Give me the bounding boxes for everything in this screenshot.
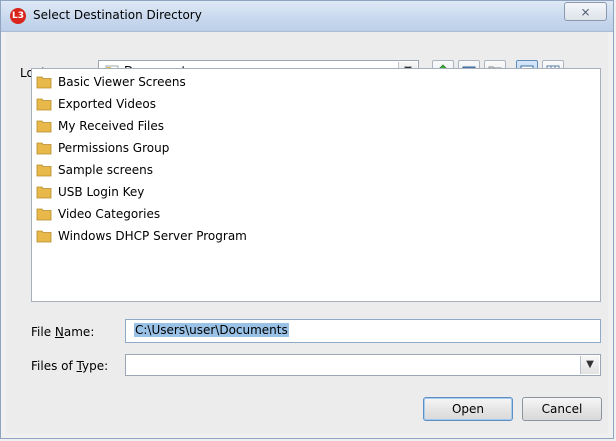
list-item-label: USB Login Key <box>58 185 145 199</box>
list-item-label: Video Categories <box>58 207 161 221</box>
folder-icon <box>36 164 52 177</box>
list-item-label: Windows DHCP Server Program <box>58 229 247 243</box>
folder-list[interactable]: Basic Viewer Screens Exported Videos My … <box>31 68 601 302</box>
file-name-input[interactable]: C:\Users\user\Documents <box>125 319 601 343</box>
list-item-label: Sample screens <box>58 163 153 177</box>
folder-icon <box>36 142 52 155</box>
file-type-label: Files of Type: <box>31 359 109 373</box>
app-logo-icon: L3 <box>10 8 26 24</box>
file-type-dropdown[interactable]: ▼ <box>125 354 601 376</box>
folder-icon <box>36 76 52 89</box>
list-item-label: Exported Videos <box>58 97 156 111</box>
cancel-button[interactable]: Cancel <box>522 397 602 421</box>
open-button[interactable]: Open <box>423 397 513 421</box>
chevron-down-icon[interactable]: ▼ <box>580 356 599 374</box>
file-name-value: C:\Users\user\Documents <box>134 323 289 337</box>
folder-icon <box>36 98 52 111</box>
folder-icon <box>36 208 52 221</box>
folder-icon <box>36 230 52 243</box>
dialog-window: L3 Select Destination Directory ⨯ Look I… <box>0 0 614 439</box>
folder-icon <box>36 120 52 133</box>
close-button[interactable]: ⨯ <box>564 2 607 21</box>
dialog-title: Select Destination Directory <box>33 8 202 22</box>
list-item-label: Basic Viewer Screens <box>58 75 186 89</box>
close-icon: ⨯ <box>580 5 591 19</box>
title-bar[interactable]: L3 Select Destination Directory ⨯ <box>1 1 613 32</box>
file-name-label: File Name: <box>31 325 95 339</box>
list-item-label: Permissions Group <box>58 141 170 155</box>
folder-icon <box>36 186 52 199</box>
list-item-label: My Received Files <box>58 119 165 133</box>
